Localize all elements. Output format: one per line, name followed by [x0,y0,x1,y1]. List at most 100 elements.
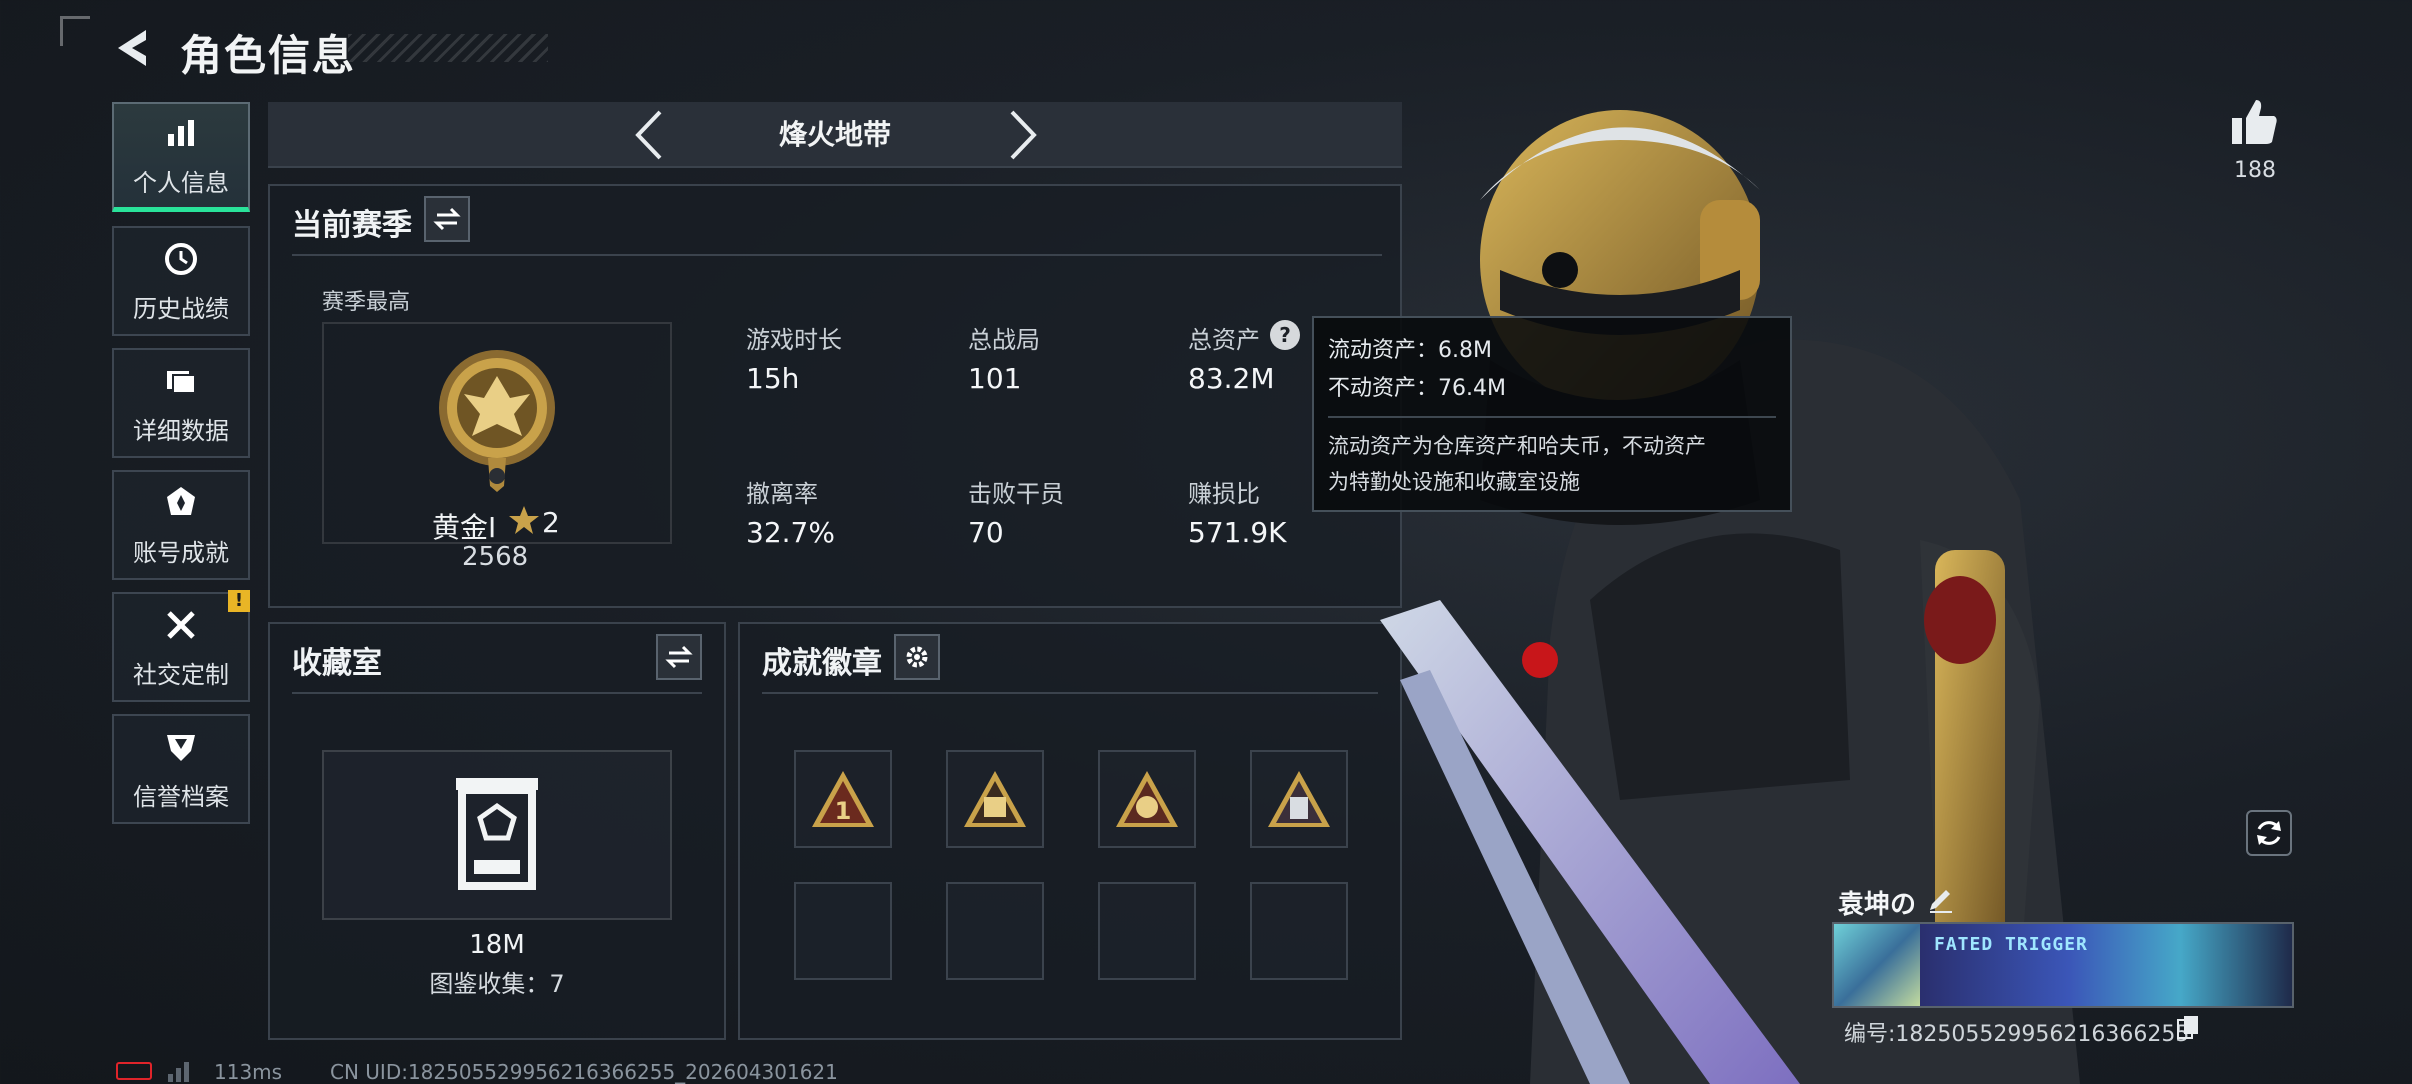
copy-id-button[interactable] [2176,1014,2200,1040]
badge-slot-empty[interactable] [1250,882,1348,980]
badge-card-icon [1268,771,1330,827]
star-icon [508,504,540,540]
badge-rank-one-icon: 1 [812,771,874,827]
title-decoration [348,34,548,62]
sidebar-item-label: 个人信息 [133,169,229,197]
like-button[interactable] [2228,96,2280,148]
divider [292,692,702,694]
signal-icon [166,1060,194,1084]
divider [1328,416,1776,418]
copy-icon [2177,1016,2198,1039]
pencil-icon [1930,890,1952,913]
player-card-banner[interactable]: FATED TRIGGER [1832,922,2294,1008]
gear-icon [906,646,928,668]
sidebar-item-detailed-data[interactable]: 详细数据 [112,348,250,458]
season-swap-button[interactable] [424,196,470,242]
card-avatar [1834,924,1920,1006]
refresh-icon [2257,821,2281,845]
sidebar-item-label: 历史战绩 [133,294,229,323]
stat-value-profit-ratio: 571.9K [1188,516,1287,549]
sidebar-item-history[interactable]: 历史战绩 [112,226,250,336]
back-button[interactable] [112,26,156,70]
svg-text:1: 1 [835,797,852,825]
divider [292,254,1382,256]
collection-swap-button[interactable] [656,634,702,680]
stat-value-playtime: 15h [746,362,800,395]
collection-count: 图鉴收集：7 [429,970,565,998]
swap-icon [433,207,461,231]
stat-label-operators-defeated: 击败干员 [968,480,1064,508]
ping-text: 113ms [214,1060,283,1084]
badge-slot[interactable] [1250,750,1348,848]
like-count: 188 [2234,158,2276,183]
sidebar-item-label: 社交定制 [133,660,229,689]
badge-slot[interactable] [946,750,1044,848]
tools-icon [161,605,201,645]
stat-label-total-matches: 总战局 [968,326,1040,354]
badge-helmet-icon [1116,771,1178,827]
folder-icon [161,361,201,401]
collection-title: 收藏室 [292,646,382,681]
stat-value-extract-rate: 32.7% [746,516,835,549]
bar-chart-icon [161,113,201,153]
sidebar-item-label: 账号成就 [133,538,229,567]
chevron-left-icon [635,110,662,160]
badges-title: 成就徽章 [762,646,882,681]
assets-tooltip: 流动资产：6.8M 不动资产：76.4M 流动资产为仓库资产和哈夫币，不动资产 … [1312,316,1792,512]
stat-label-total-assets: 总资产 [1188,326,1260,354]
prev-mode-button[interactable] [630,108,670,162]
stat-label-extract-rate: 撤离率 [746,480,818,508]
card-banner-text: FATED TRIGGER [1934,934,2088,955]
rank-medal-icon [430,346,564,498]
warning-badge: ! [228,590,250,612]
sidebar-item-label: 信誉档案 [133,782,229,811]
stat-value-total-assets: 83.2M [1188,362,1275,395]
stat-value-operators-defeated: 70 [968,516,1004,549]
tooltip-fixed-assets: 不动资产：76.4M [1328,376,1506,401]
season-best-label: 赛季最高 [322,290,411,315]
sidebar-item-label: 详细数据 [133,416,229,445]
player-id: 编号:1825055299562163662​55 [1844,1022,2190,1047]
help-icon[interactable]: ? [1270,320,1300,350]
sidebar-item-personal-info[interactable]: 个人信息 [112,102,250,212]
season-title: 当前赛季 [292,208,412,243]
chevron-right-icon [1010,110,1037,160]
badge-slot[interactable] [1098,750,1196,848]
player-name: 袁坤の [1838,890,1917,920]
badge-slot[interactable]: 1 [794,750,892,848]
badges-settings-button[interactable] [894,634,940,680]
divider [762,692,1378,694]
stat-label-playtime: 游戏时长 [746,326,842,354]
tooltip-desc-line2: 为特勤处设施和收藏室设施 [1328,470,1580,494]
battery-low-icon [116,1062,152,1080]
rank-stars: 2 [542,506,560,539]
uid-text: CN UID:18250552995621636625​5_2026043016… [330,1060,838,1084]
stat-label-profit-ratio: 赚损比 [1188,480,1260,508]
swap-icon [665,645,693,669]
tooltip-liquid-assets: 流动资产：6.8M [1328,338,1492,363]
collection-value: 18M [469,930,525,960]
badge-slot-empty[interactable] [794,882,892,980]
badge-slot-empty[interactable] [946,882,1044,980]
rank-name: 黄金Ⅰ [432,511,497,544]
mode-name: 烽火地带 [778,118,891,151]
next-mode-button[interactable] [1002,108,1042,162]
vault-icon [452,776,542,896]
history-icon [161,239,201,279]
achievement-icon [161,483,201,523]
rotate-view-button[interactable] [2246,810,2292,856]
page-title: 角色信息 [180,31,357,80]
back-arrow-icon [118,30,146,66]
sidebar-item-account-achievements[interactable]: 账号成就 [112,470,250,580]
rank-score: 2568 [462,542,529,572]
badge-bag-icon [964,771,1026,827]
shield-icon [161,727,201,767]
sidebar-item-credit-record[interactable]: 信誉档案 [112,714,250,824]
corner-decoration [60,16,90,46]
badge-slot-empty[interactable] [1098,882,1196,980]
edit-name-button[interactable] [1926,884,1956,914]
tooltip-desc-line1: 流动资产为仓库资产和哈夫币，不动资产 [1328,434,1706,458]
stat-value-total-matches: 101 [968,362,1022,395]
card-artwork: FATED TRIGGER [1920,924,2292,1006]
thumbs-up-icon [2232,100,2277,144]
